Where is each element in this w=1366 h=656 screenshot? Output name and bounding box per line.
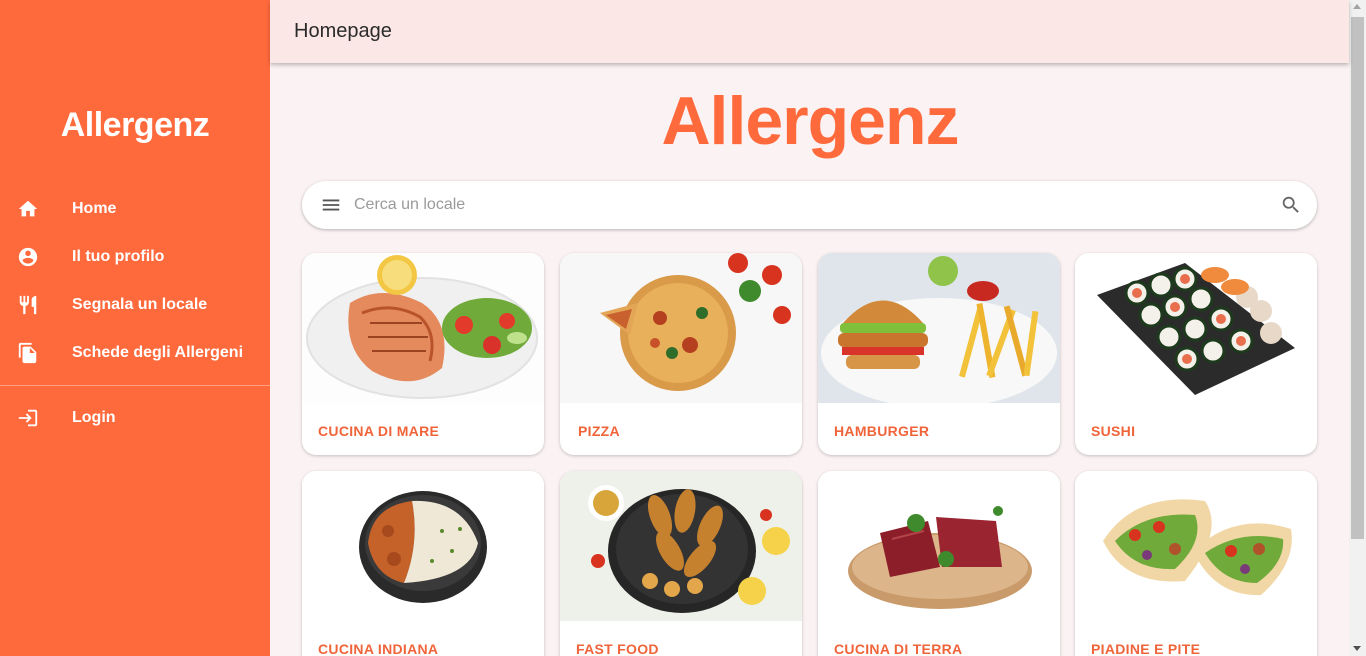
category-label: CUCINA INDIANA — [318, 641, 439, 656]
curry-with-rice-bowl-image — [302, 471, 544, 621]
sidebar-item-allergen-sheets[interactable]: Schede degli Allergeni — [0, 329, 270, 377]
category-card-meat[interactable]: CUCINA DI TERRA — [818, 471, 1060, 656]
category-card-indian[interactable]: CUCINA INDIANA — [302, 471, 544, 656]
category-label: PIADINE E PITE — [1091, 641, 1201, 656]
category-card-seafood[interactable]: CUCINA DI MARE — [302, 253, 544, 455]
sidebar-item-label: Login — [72, 409, 116, 426]
hero-logo: Allergenz — [661, 83, 959, 159]
login-icon — [0, 407, 72, 429]
sidebar-divider — [0, 385, 270, 386]
file-copy-icon — [0, 342, 72, 364]
category-label: HAMBURGER — [834, 423, 930, 439]
sidebar-item-label: Il tuo profilo — [72, 248, 165, 265]
search-bar — [302, 181, 1317, 229]
category-card-wraps[interactable]: PIADINE E PITE — [1075, 471, 1317, 656]
sidebar-item-label: Home — [72, 200, 117, 217]
burger-with-fries-image — [818, 253, 1060, 403]
category-card-hamburger[interactable]: HAMBURGER — [818, 253, 1060, 455]
account-circle-icon — [0, 246, 72, 268]
scroll-up-arrow-icon[interactable] — [1353, 4, 1361, 9]
sidebar-item-label: Segnala un locale — [72, 296, 208, 313]
allergenz-logo-text: Allergenz — [60, 106, 210, 144]
raw-beef-on-wood-board-image — [818, 471, 1060, 621]
grilled-salmon-steak-salad-image — [302, 253, 544, 403]
sidebar-item-login[interactable]: Login — [0, 394, 270, 442]
category-label: CUCINA DI TERRA — [834, 641, 963, 656]
category-card-pizza[interactable]: PIZZA — [560, 253, 802, 455]
sidebar-nav: Home Il tuo profilo Segnala un locale Sc… — [0, 185, 270, 442]
fried-chicken-potatoes-pan-image — [560, 471, 802, 621]
category-card-sushi[interactable]: SUSHI — [1075, 253, 1317, 455]
page-scrollbar[interactable] — [1349, 0, 1366, 656]
category-card-fast-food[interactable]: FAST FOOD — [560, 471, 802, 656]
sidebar-item-home[interactable]: Home — [0, 185, 270, 233]
main-content: Allergenz Cerca un locale CUCINA DI MARE… — [270, 63, 1349, 656]
sliced-pizza-tomatoes-image — [560, 253, 802, 403]
home-icon — [0, 198, 72, 220]
app-header: Homepage — [270, 0, 1349, 63]
search-icon[interactable] — [1265, 181, 1317, 229]
sidebar-item-profile[interactable]: Il tuo profilo — [0, 233, 270, 281]
sushi-platter-image — [1075, 253, 1317, 403]
menu-icon[interactable] — [302, 181, 354, 229]
category-label: CUCINA DI MARE — [318, 423, 440, 439]
sidebar-item-report-venue[interactable]: Segnala un locale — [0, 281, 270, 329]
category-label: SUSHI — [1091, 423, 1136, 439]
scroll-down-arrow-icon[interactable] — [1353, 646, 1361, 651]
sidebar-item-label: Schede degli Allergeni — [72, 344, 244, 361]
sidebar: Allergenz Home Il tuo profilo Segnala un… — [0, 0, 270, 656]
stuffed-pita-wraps-image — [1075, 471, 1317, 621]
search-input[interactable] — [354, 185, 1265, 225]
sidebar-logo[interactable]: Allergenz — [0, 106, 270, 145]
category-label: PIZZA — [578, 423, 620, 439]
scrollbar-thumb[interactable] — [1351, 17, 1364, 539]
page-title: Homepage — [294, 20, 392, 42]
restaurant-icon — [0, 294, 72, 316]
category-label: FAST FOOD — [576, 641, 659, 656]
